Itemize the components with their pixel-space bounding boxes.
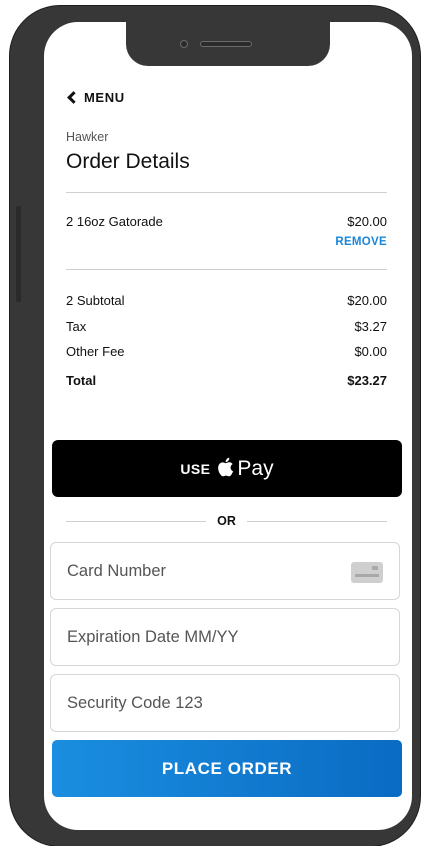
tax-label: Tax	[66, 319, 87, 334]
subtotal-row: 2 Subtotal $20.00	[66, 293, 387, 308]
divider	[66, 269, 387, 270]
place-order-button[interactable]: PLACE ORDER	[52, 740, 402, 797]
side-button	[16, 206, 21, 302]
other-fee-value: $0.00	[354, 344, 387, 359]
or-separator: OR	[66, 512, 387, 532]
total-label: Total	[66, 373, 97, 388]
camera-icon	[180, 40, 188, 48]
item-name: 2 16oz Gatorade	[66, 214, 163, 229]
subtotal-label: 2 Subtotal	[66, 293, 125, 308]
or-label: OR	[217, 514, 236, 528]
total-value: $23.27	[347, 373, 387, 388]
page-title: Order Details	[66, 150, 190, 173]
security-code-field	[50, 674, 400, 732]
back-label: MENU	[84, 90, 125, 105]
apple-pay-prefix: USE	[180, 460, 211, 477]
tax-row: Tax $3.27	[66, 319, 387, 334]
total-row: Total $23.27	[66, 373, 387, 388]
apple-pay-suffix: Pay	[237, 456, 274, 480]
tax-value: $3.27	[354, 319, 387, 334]
phone-notch	[126, 22, 330, 66]
item-price: $20.00	[347, 214, 387, 229]
other-fee-label: Other Fee	[66, 344, 125, 359]
phone-screen: MENU Hawker Order Details 2 16oz Gatorad…	[44, 22, 412, 830]
card-number-field	[50, 542, 400, 600]
back-to-menu-button[interactable]: MENU	[66, 90, 125, 105]
subtotal-value: $20.00	[347, 293, 387, 308]
expiration-date-field	[50, 608, 400, 666]
phone-frame: MENU Hawker Order Details 2 16oz Gatorad…	[10, 6, 420, 846]
speaker-icon	[200, 41, 252, 47]
chevron-left-icon	[67, 91, 80, 104]
vendor-name: Hawker	[66, 130, 109, 144]
other-fee-row: Other Fee $0.00	[66, 344, 387, 359]
apple-pay-button[interactable]: USE Pay	[52, 440, 402, 497]
card-number-input[interactable]	[51, 543, 399, 599]
divider	[66, 192, 387, 193]
apple-logo-icon	[218, 457, 234, 476]
expiration-date-input[interactable]	[51, 609, 399, 665]
security-code-input[interactable]	[51, 675, 399, 731]
credit-card-icon	[351, 562, 383, 583]
remove-item-button[interactable]: REMOVE	[335, 236, 387, 248]
